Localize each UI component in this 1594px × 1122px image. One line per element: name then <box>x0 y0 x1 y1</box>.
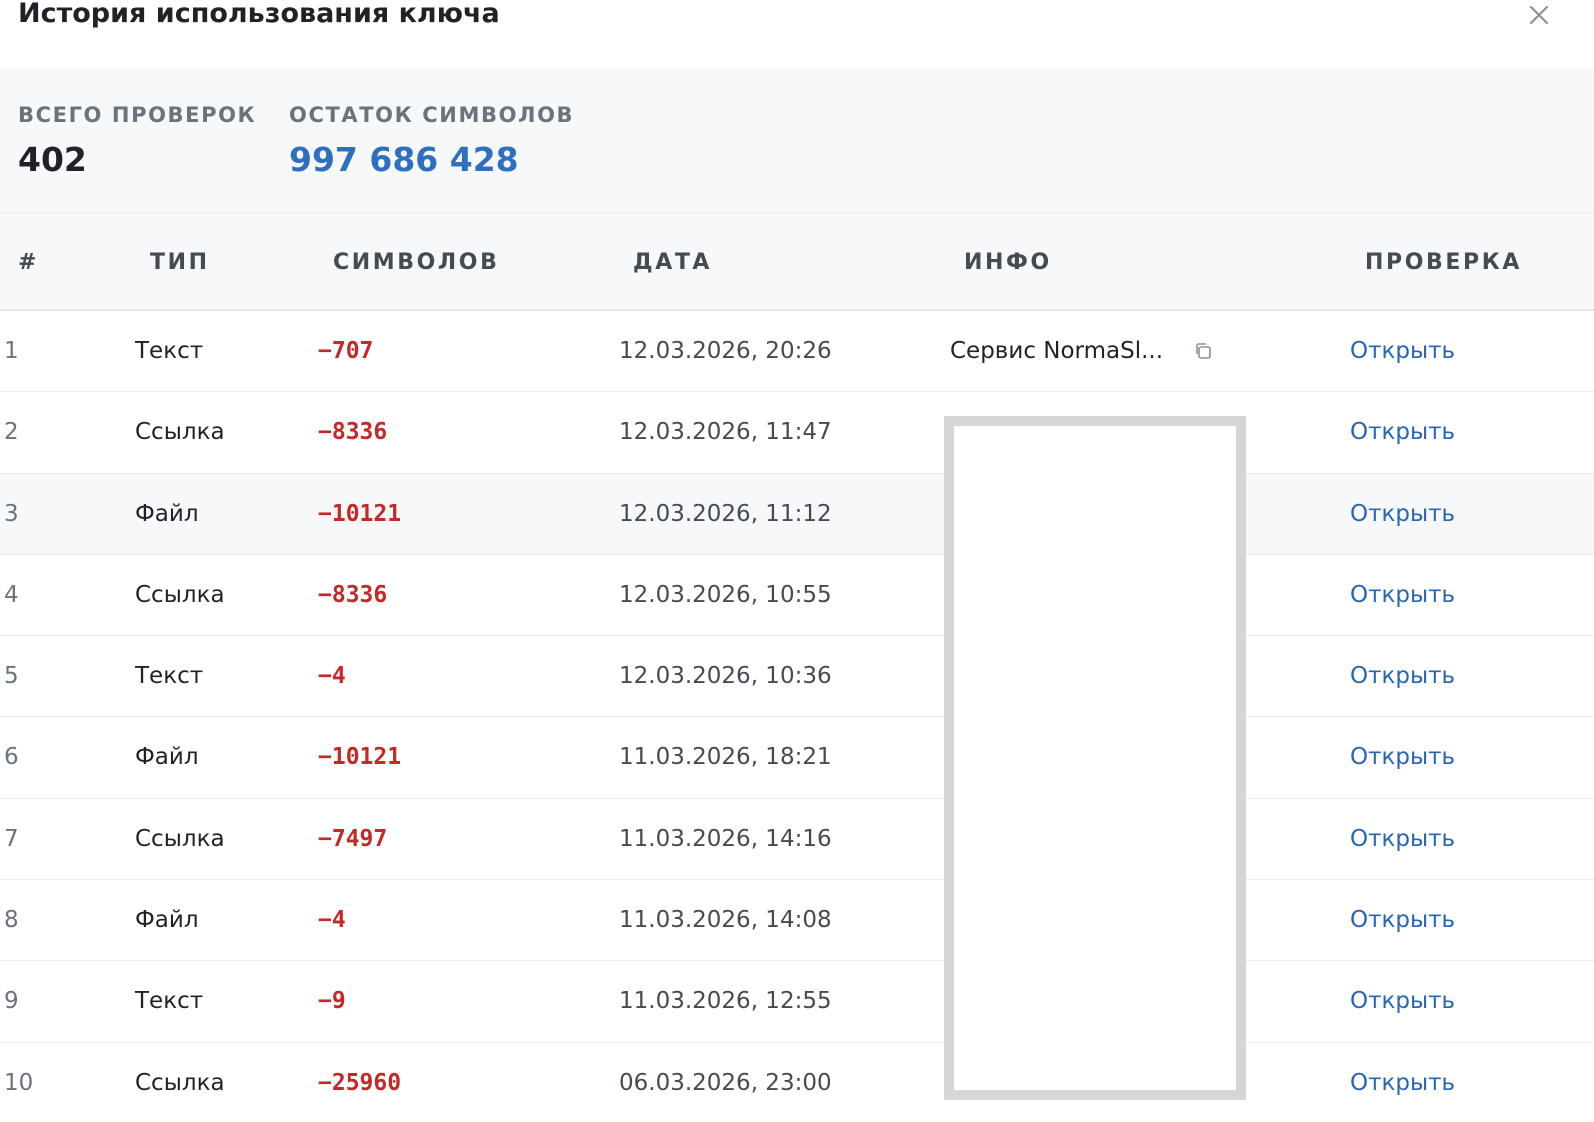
row-date: 12.03.2026, 11:47 <box>619 419 832 446</box>
modal-title: История использования ключа <box>18 0 500 29</box>
open-link[interactable]: Открыть <box>1350 1043 1455 1122</box>
open-link[interactable]: Открыть <box>1350 474 1455 554</box>
row-date: 12.03.2026, 10:36 <box>619 663 832 690</box>
row-type: Текст <box>135 663 204 690</box>
row-date: 11.03.2026, 14:16 <box>619 825 832 852</box>
row-number: 1 <box>4 338 19 364</box>
table-row: 1 Текст −707 12.03.2026, 20:26 Сервис No… <box>0 311 1594 393</box>
row-date: 11.03.2026, 18:21 <box>619 744 832 771</box>
row-date: 06.03.2026, 23:00 <box>619 1069 832 1096</box>
column-header-num: # <box>18 250 40 275</box>
table-row: 5 Текст −4 12.03.2026, 10:36 Открыть <box>0 636 1594 718</box>
row-number: 9 <box>4 988 19 1015</box>
row-number: 10 <box>4 1069 34 1096</box>
row-number: 7 <box>4 825 19 852</box>
table-row: 6 Файл −10121 11.03.2026, 18:21 Открыть <box>0 717 1594 799</box>
stat-remaining-chars-value: 997 686 428 <box>289 140 519 179</box>
table-row: 9 Текст −9 11.03.2026, 12:55 Открыть <box>0 961 1594 1043</box>
row-number: 4 <box>4 581 19 608</box>
column-header-chars: СИМВОЛОВ <box>333 250 500 275</box>
row-type: Ссылка <box>135 1069 225 1096</box>
stat-total-checks-value: 402 <box>18 140 87 179</box>
row-number: 2 <box>4 419 19 446</box>
stat-total-checks: ВСЕГО ПРОВЕРОК 402 <box>18 102 256 180</box>
row-type: Текст <box>135 338 204 364</box>
row-info-text: Сервис NormaSl... <box>950 338 1164 364</box>
open-link[interactable]: Открыть <box>1350 880 1455 960</box>
table-row: 4 Ссылка −8336 12.03.2026, 10:55 Открыть <box>0 554 1594 637</box>
table-row: 8 Файл −4 11.03.2026, 14:08 Открыть <box>0 880 1594 962</box>
open-link[interactable]: Открыть <box>1350 636 1455 716</box>
row-chars: −707 <box>318 338 374 364</box>
column-header-check: ПРОВЕРКА <box>1365 250 1522 275</box>
row-chars: −25960 <box>318 1069 402 1096</box>
close-icon[interactable] <box>1528 4 1550 26</box>
stat-remaining-chars-label: ОСТАТОК СИМВОЛОВ <box>289 103 575 127</box>
table-header: # ТИП СИМВОЛОВ ДАТА ИНФО ПРОВЕРКА <box>0 215 1594 311</box>
open-link[interactable]: Открыть <box>1350 717 1455 797</box>
row-date: 11.03.2026, 12:55 <box>619 988 832 1015</box>
row-chars: −8336 <box>318 419 388 446</box>
copy-icon[interactable] <box>1193 341 1213 361</box>
table-body: 1 Текст −707 12.03.2026, 20:26 Сервис No… <box>0 311 1594 1122</box>
row-chars: −7497 <box>318 825 388 852</box>
open-link[interactable]: Открыть <box>1350 392 1455 472</box>
column-header-date: ДАТА <box>633 250 713 275</box>
row-date: 12.03.2026, 11:12 <box>619 500 832 527</box>
row-date: 12.03.2026, 20:26 <box>619 338 832 364</box>
stat-remaining-chars: ОСТАТОК СИМВОЛОВ 997 686 428 <box>289 102 574 180</box>
row-date: 12.03.2026, 10:55 <box>619 581 832 608</box>
row-chars: −4 <box>318 907 346 934</box>
table-row: 3 Файл −10121 12.03.2026, 11:12 Открыть <box>0 473 1594 555</box>
row-info: Сервис NormaSl... <box>950 311 1213 391</box>
row-type: Текст <box>135 988 204 1015</box>
row-type: Ссылка <box>135 419 225 446</box>
usage-history-modal: История использования ключа ВСЕГО ПРОВЕР… <box>0 0 1594 1122</box>
close-button[interactable] <box>1520 0 1558 32</box>
column-header-info: ИНФО <box>964 250 1052 275</box>
row-number: 5 <box>4 663 19 690</box>
row-type: Файл <box>135 907 199 934</box>
open-link[interactable]: Открыть <box>1350 799 1455 879</box>
row-number: 6 <box>4 744 19 771</box>
table-row: 7 Ссылка −7497 11.03.2026, 14:16 Открыть <box>0 798 1594 881</box>
stat-total-checks-label: ВСЕГО ПРОВЕРОК <box>18 103 257 127</box>
row-type: Файл <box>135 744 199 771</box>
row-chars: −9 <box>318 988 346 1015</box>
table-row: 10 Ссылка −25960 06.03.2026, 23:00 Откры… <box>0 1042 1594 1122</box>
row-date: 11.03.2026, 14:08 <box>619 907 832 934</box>
row-chars: −10121 <box>318 500 402 527</box>
table-row: 2 Ссылка −8336 12.03.2026, 11:47 Открыть <box>0 392 1594 474</box>
redacted-info-area <box>944 416 1246 1100</box>
open-link[interactable]: Открыть <box>1350 311 1455 391</box>
open-link[interactable]: Открыть <box>1350 555 1455 635</box>
row-type: Ссылка <box>135 825 225 852</box>
row-chars: −10121 <box>318 744 402 771</box>
row-number: 3 <box>4 500 19 527</box>
column-header-type: ТИП <box>150 250 210 275</box>
stats-panel: ВСЕГО ПРОВЕРОК 402 ОСТАТОК СИМВОЛОВ 997 … <box>0 68 1594 214</box>
row-type: Ссылка <box>135 581 225 608</box>
row-number: 8 <box>4 907 19 934</box>
open-link[interactable]: Открыть <box>1350 961 1455 1041</box>
row-type: Файл <box>135 500 199 527</box>
row-chars: −4 <box>318 663 346 690</box>
row-chars: −8336 <box>318 581 388 608</box>
